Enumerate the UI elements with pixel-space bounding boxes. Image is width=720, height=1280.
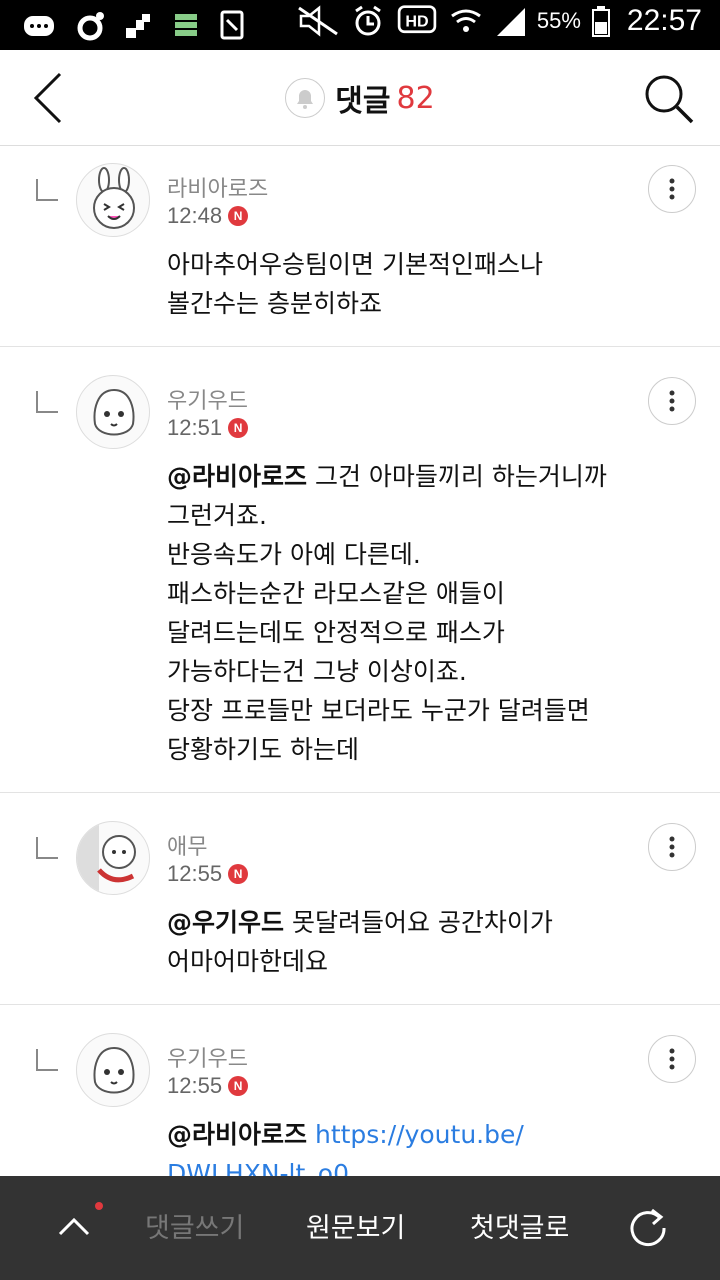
comment-text: 아마추어우승팀이면 기본적인패스나 볼간수는 층분히하죠: [167, 250, 543, 318]
write-comment-button[interactable]: 댓글쓰기: [145, 1206, 244, 1245]
peach-avatar-icon: [93, 1046, 135, 1094]
comment-nickname[interactable]: 애무: [167, 829, 207, 861]
comment-body: 그건 아마들끼리 하는거니까 그런거죠. 반응속도가 아예 다른데. 패스하는순…: [167, 462, 607, 764]
signal-icon: [496, 8, 525, 36]
bell-icon: [297, 90, 314, 109]
alarm-icon: [355, 5, 381, 36]
new-badge: N: [228, 864, 249, 884]
comment-text: @우기우드 못달려들어요 공간차이가 어마어마한데요: [167, 903, 680, 981]
search-icon[interactable]: [640, 70, 696, 126]
more-options-button[interactable]: [648, 1035, 696, 1083]
comments-header: 댓글 82: [0, 50, 720, 146]
refresh-icon[interactable]: [626, 1204, 670, 1248]
avatar[interactable]: [76, 163, 150, 237]
more-vertical-icon: [669, 1048, 675, 1070]
status-bar: HD 55% 22:57: [0, 0, 720, 50]
more-options-button[interactable]: [648, 377, 696, 425]
avatar[interactable]: [76, 821, 150, 895]
reply-indent-icon: [36, 179, 58, 201]
peach-avatar-icon: [93, 388, 135, 436]
mention-link[interactable]: @라비아로즈: [167, 462, 307, 491]
reply-indent-icon: [36, 391, 58, 413]
header-title-group: 댓글 82: [0, 50, 720, 146]
comment-meta: 12:55 N: [167, 1073, 249, 1099]
comment-nickname[interactable]: 우기우드: [167, 383, 248, 415]
new-badge: N: [228, 418, 249, 438]
notification-icon: [77, 12, 104, 41]
comment-time: 12:48: [167, 203, 223, 228]
more-options-button[interactable]: [648, 165, 696, 213]
comment-time: 12:55: [167, 1073, 223, 1098]
new-badge: N: [228, 206, 249, 226]
reply-indent-icon: [36, 837, 58, 859]
new-badge: N: [228, 1076, 249, 1096]
hd-icon: HD: [397, 5, 437, 34]
comment-item: 애무 12:55 N @우기우드 못달려들어요 공간차이가 어마어마한데요: [0, 793, 720, 1005]
more-vertical-icon: [669, 390, 675, 412]
more-options-button[interactable]: [648, 823, 696, 871]
mention-link[interactable]: @라비아로즈: [167, 1120, 307, 1149]
comment-time: 12:55: [167, 861, 223, 886]
comment-list: 라비아로즈 12:48 N 아마추어우승팀이면 기본적인패스나 볼간수는 층분히…: [0, 147, 720, 1176]
wifi-icon: [451, 9, 481, 32]
comment-nickname[interactable]: 우기우드: [167, 1041, 248, 1073]
scroll-up-icon[interactable]: [54, 1206, 94, 1246]
page-title: 댓글: [335, 84, 391, 119]
comment-time: 12:51: [167, 415, 223, 440]
comment-meta: 12:48 N: [167, 203, 249, 229]
battery-icon: [591, 6, 610, 37]
svg-text:HD: HD: [405, 12, 428, 30]
app-icon: [126, 14, 150, 38]
status-clock: 22:57: [626, 4, 702, 37]
storage-icon: [175, 14, 197, 36]
mention-link[interactable]: @우기우드: [167, 908, 284, 937]
notification-dot: [95, 1202, 103, 1210]
more-vertical-icon: [669, 836, 675, 858]
view-original-button[interactable]: 원문보기: [306, 1206, 405, 1245]
comment-nickname[interactable]: 라비아로즈: [167, 171, 268, 203]
avatar[interactable]: [76, 1033, 150, 1107]
comment-item: 우기우드 12:51 N @라비아로즈 그건 아마들끼리 하는거니까 그런거죠.…: [0, 347, 720, 793]
comment-meta: 12:51 N: [167, 415, 249, 441]
comment-count: 82: [396, 80, 435, 116]
comment-text: @라비아로즈 그건 아마들끼리 하는거니까 그런거죠. 반응속도가 아예 다른데…: [167, 457, 680, 769]
comment-meta: 12:55 N: [167, 861, 249, 887]
gallery-icon: [220, 10, 244, 40]
avatar[interactable]: [76, 375, 150, 449]
messenger-icon: [24, 16, 54, 36]
notification-bell-button[interactable]: [285, 78, 326, 118]
reply-indent-icon: [36, 1049, 58, 1071]
bottom-toolbar: 댓글쓰기 원문보기 첫댓글로: [0, 1176, 720, 1280]
rabbit-avatar-icon: [93, 167, 135, 229]
character-avatar-icon: [77, 822, 136, 894]
comment-text: @라비아로즈 https://youtu.be/ DWLHXN-lt_o0: [167, 1115, 680, 1176]
more-vertical-icon: [669, 178, 675, 200]
first-comment-button[interactable]: 첫댓글로: [470, 1206, 569, 1245]
battery-percent: 55%: [536, 8, 581, 33]
comment-item: 라비아로즈 12:48 N 아마추어우승팀이면 기본적인패스나 볼간수는 층분히…: [0, 147, 720, 347]
mute-icon: [298, 5, 338, 37]
comment-item: 우기우드 12:55 N @라비아로즈 https://youtu.be/ DW…: [0, 1005, 720, 1176]
